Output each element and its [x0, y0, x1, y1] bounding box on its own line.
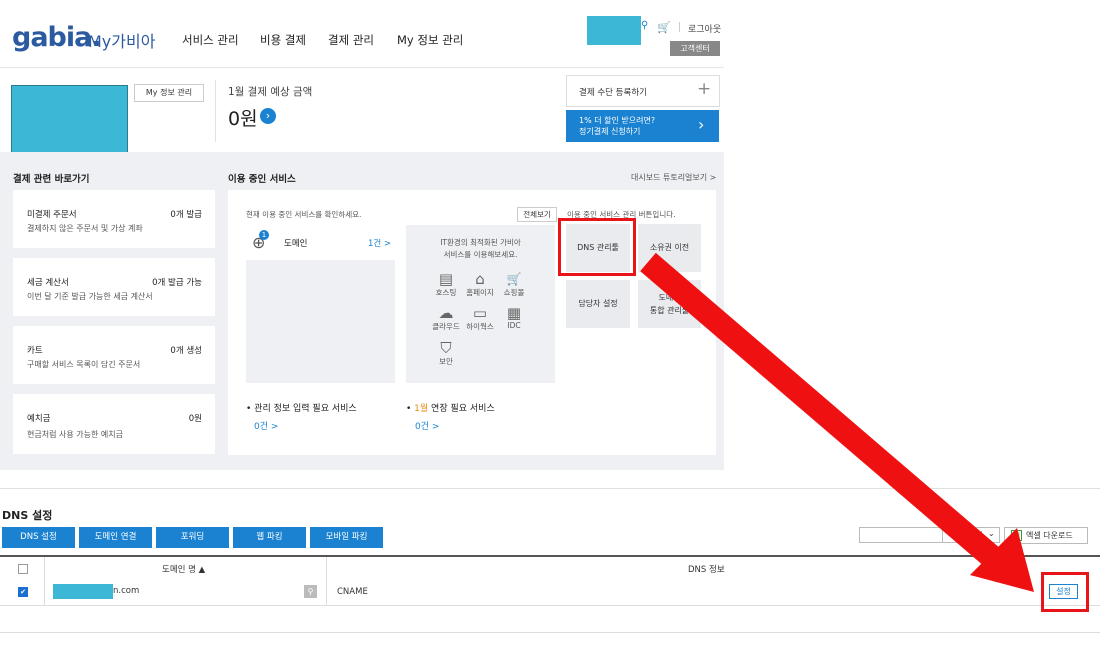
arrow-shaft [640, 252, 1008, 574]
annotation-arrow [640, 252, 1034, 592]
